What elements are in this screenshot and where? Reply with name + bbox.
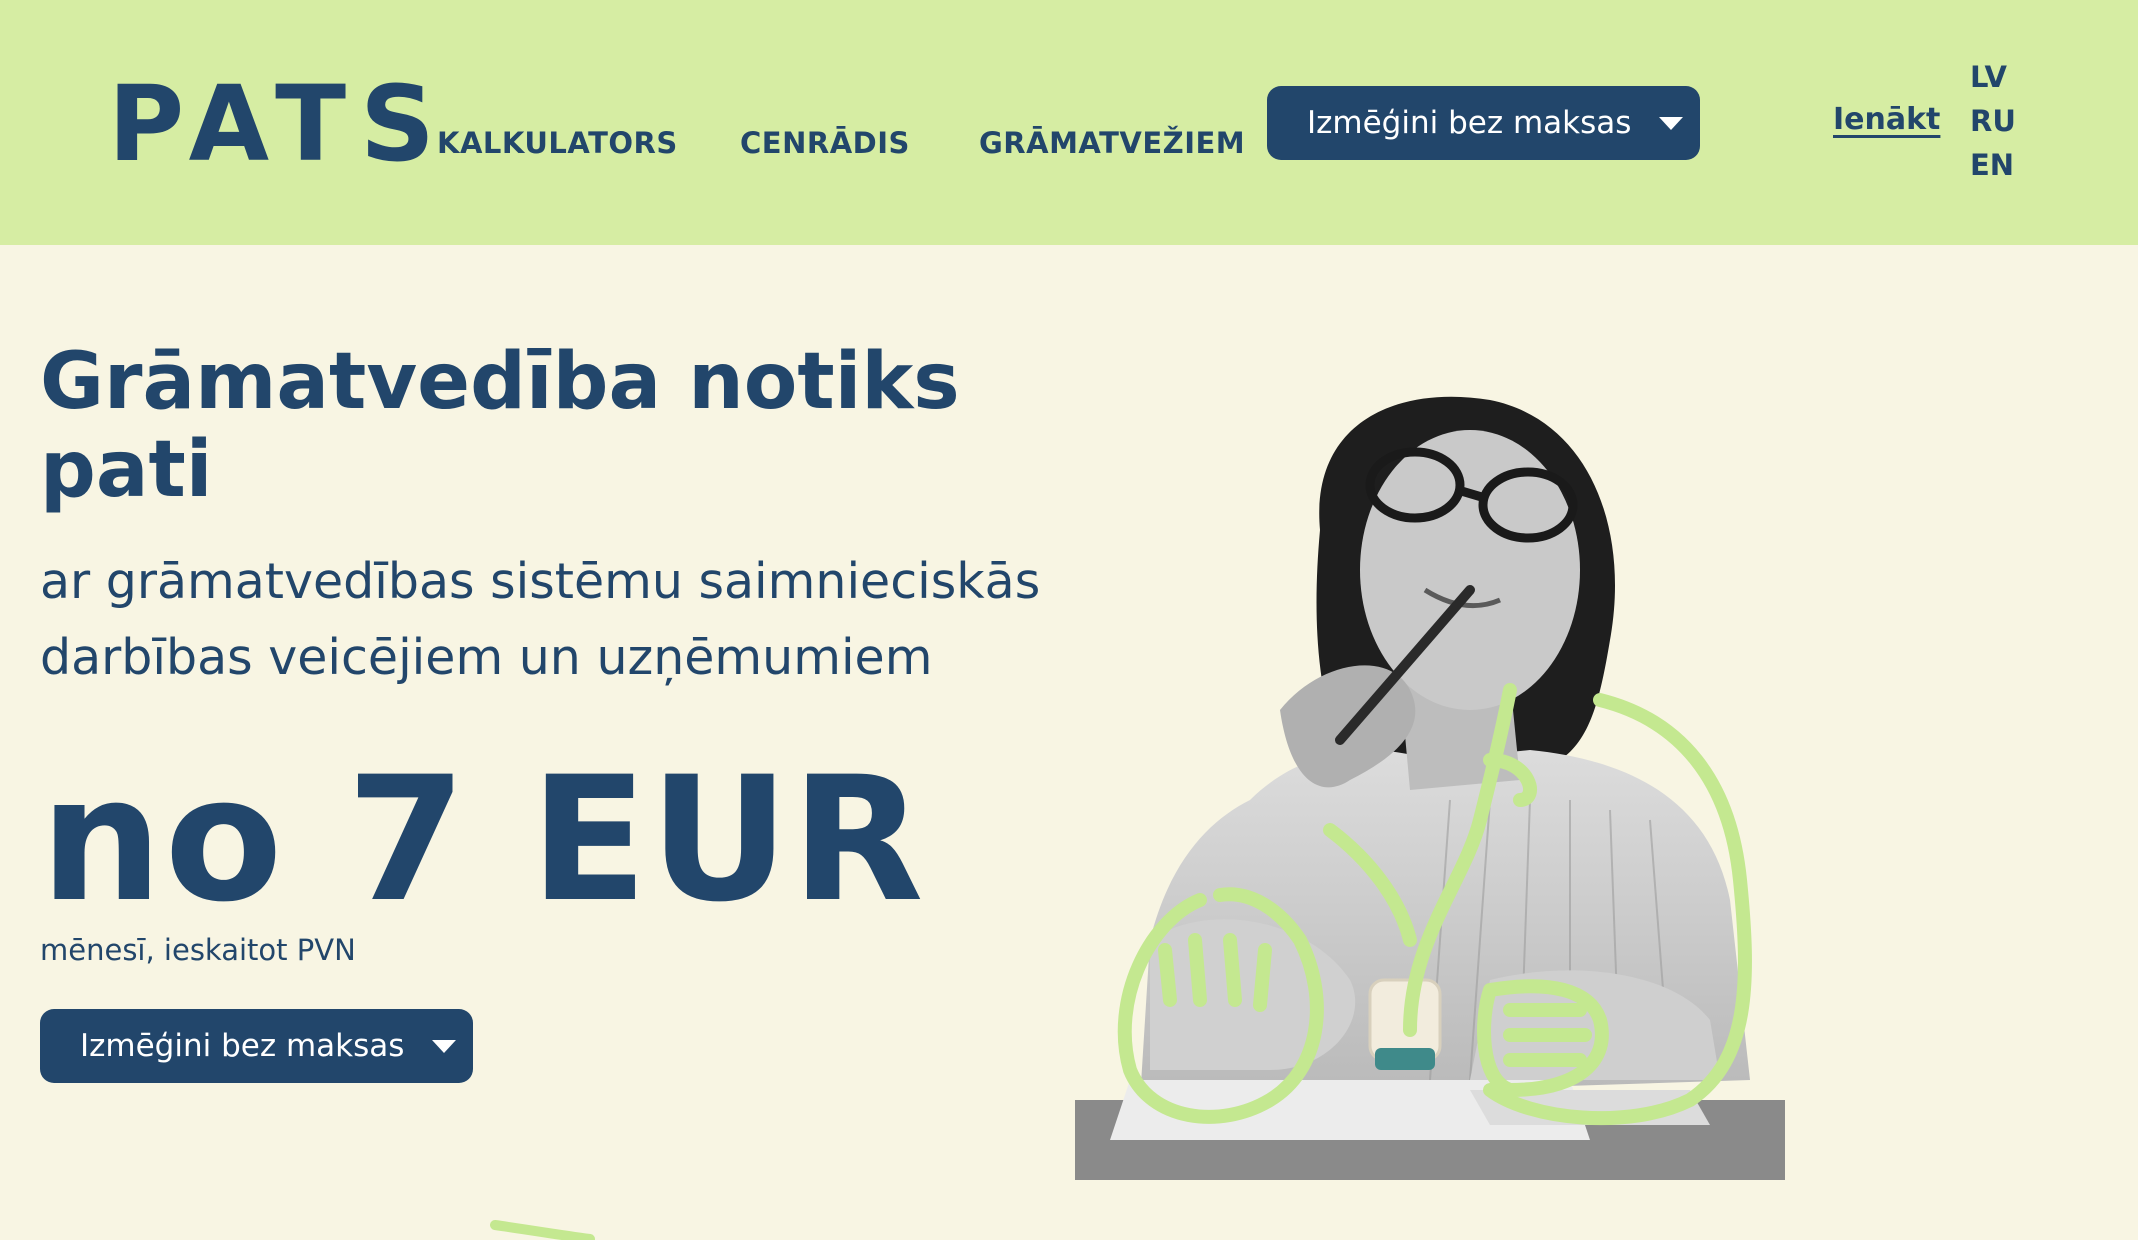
hero-illustration bbox=[1075, 396, 1785, 1180]
login-link[interactable]: Ienākt bbox=[1833, 102, 1940, 137]
nav-link-gramatvezim[interactable]: GRĀMATVEŽIEM bbox=[979, 126, 1245, 160]
price-headline: no 7 EUR bbox=[40, 739, 926, 940]
nav-link-cenradis[interactable]: CENRĀDIS bbox=[740, 126, 910, 160]
hero-title: Grāmatvedība notiks pati bbox=[40, 337, 960, 515]
decorative-stroke bbox=[490, 1220, 595, 1240]
header-try-free-button[interactable]: Izmēģini bez maksas bbox=[1267, 86, 1700, 160]
chevron-down-icon[interactable] bbox=[1659, 116, 1684, 130]
hero-subtitle: ar grāmatvedības sistēmu saimnieciskās d… bbox=[40, 553, 1041, 686]
price-note: mēnesī, ieskaitot PVN bbox=[40, 933, 356, 967]
hero-try-free-label: Izmēģini bez maksas bbox=[80, 1028, 405, 1064]
hero-try-free-button[interactable]: Izmēģini bez maksas bbox=[40, 1009, 473, 1083]
logo[interactable]: PATS bbox=[108, 64, 449, 184]
lang-en[interactable]: EN bbox=[1970, 148, 2014, 182]
lang-lv[interactable]: LV bbox=[1970, 60, 2007, 94]
header-try-free-label: Izmēģini bez maksas bbox=[1307, 105, 1632, 141]
site-header: PATS KALKULATORS CENRĀDIS GRĀMATVEŽIEM I… bbox=[0, 0, 2138, 245]
nav-link-kalkulators[interactable]: KALKULATORS bbox=[437, 126, 678, 160]
chevron-down-icon[interactable] bbox=[432, 1039, 457, 1053]
lang-ru[interactable]: RU bbox=[1970, 104, 2016, 138]
